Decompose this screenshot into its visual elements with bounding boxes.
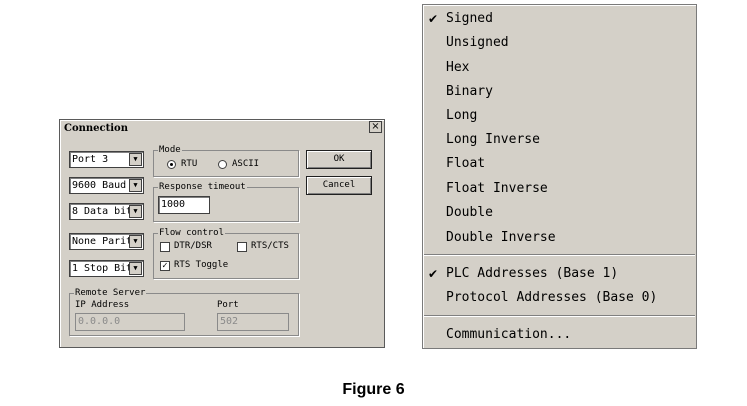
response-timeout-input[interactable]: 1000	[158, 196, 210, 214]
rts-cts-checkbox[interactable]	[237, 242, 247, 252]
data-bits-select[interactable]: 8 Data bits ▼	[69, 203, 144, 220]
rtu-radio[interactable]	[167, 160, 176, 169]
menu-item-binary[interactable]: Binary	[446, 84, 493, 100]
checkmark-icon: ✔	[428, 267, 439, 281]
menu-item-hex[interactable]: Hex	[446, 60, 469, 76]
dtr-dsr-label: DTR/DSR	[174, 241, 212, 251]
parity-select[interactable]: None Parity ▼	[69, 233, 144, 250]
cancel-button[interactable]: Cancel	[306, 176, 372, 195]
menu-separator	[424, 254, 695, 256]
rts-toggle-label: RTS Toggle	[174, 260, 229, 270]
stop-bits-select[interactable]: 1 Stop Bit ▼	[69, 260, 144, 277]
display-format-menu: ✔ Signed Unsigned Hex Binary Long Long I…	[422, 4, 697, 349]
port-label: Port	[217, 300, 239, 310]
connection-dialog: Connection × Port 3 ▼ 9600 Baud ▼ 8 Data…	[59, 119, 385, 348]
response-timeout-legend: Response timeout	[158, 181, 247, 193]
menu-item-protocol-addresses[interactable]: Protocol Addresses (Base 0)	[446, 290, 657, 306]
figure-caption: Figure 6	[342, 381, 405, 398]
dialog-title: Connection	[64, 123, 128, 134]
menu-item-plc-addresses[interactable]: PLC Addresses (Base 1)	[446, 266, 618, 282]
chevron-down-icon[interactable]: ▼	[129, 205, 142, 218]
close-icon[interactable]: ×	[369, 121, 382, 133]
ip-address-input[interactable]: 0.0.0.0	[75, 313, 185, 331]
ok-button[interactable]: OK	[306, 150, 372, 169]
mode-group: Mode RTU ASCII	[153, 144, 299, 177]
rts-cts-label: RTS/CTS	[251, 241, 289, 251]
flow-control-legend: Flow control	[158, 227, 226, 239]
menu-item-double-inverse[interactable]: Double Inverse	[446, 230, 556, 246]
chevron-down-icon[interactable]: ▼	[129, 179, 142, 192]
menu-item-float-inverse[interactable]: Float Inverse	[446, 181, 548, 197]
port-select[interactable]: Port 3 ▼	[69, 151, 144, 168]
menu-item-float[interactable]: Float	[446, 156, 485, 172]
menu-item-long-inverse[interactable]: Long Inverse	[446, 132, 540, 148]
baud-select-value: 9600 Baud	[72, 180, 127, 191]
ascii-radio[interactable]	[218, 160, 227, 169]
remote-server-legend: Remote Server	[74, 287, 147, 299]
rtu-label: RTU	[181, 159, 198, 169]
dtr-dsr-checkbox[interactable]	[160, 242, 170, 252]
menu-item-double[interactable]: Double	[446, 205, 493, 221]
rts-toggle-checkbox[interactable]: ✓	[160, 261, 170, 271]
ip-address-label: IP Address	[75, 300, 130, 310]
menu-separator	[424, 315, 695, 317]
chevron-down-icon[interactable]: ▼	[129, 153, 142, 166]
remote-server-group: Remote Server IP Address 0.0.0.0 Port 50…	[69, 287, 299, 336]
baud-select[interactable]: 9600 Baud ▼	[69, 177, 144, 194]
menu-item-unsigned[interactable]: Unsigned	[446, 35, 509, 51]
menu-item-communication[interactable]: Communication...	[446, 327, 571, 343]
flow-control-group: Flow control DTR/DSR RTS/CTS ✓ RTS Toggl…	[153, 227, 299, 279]
ascii-label: ASCII	[232, 159, 260, 169]
chevron-down-icon[interactable]: ▼	[129, 262, 142, 275]
chevron-down-icon[interactable]: ▼	[129, 235, 142, 248]
mode-legend: Mode	[158, 144, 182, 156]
checkmark-icon: ✔	[428, 12, 439, 26]
stop-bits-select-value: 1 Stop Bit	[72, 263, 133, 274]
response-timeout-group: Response timeout 1000	[153, 181, 299, 222]
menu-item-signed[interactable]: Signed	[446, 11, 493, 27]
menu-item-long[interactable]: Long	[446, 108, 477, 124]
port-input[interactable]: 502	[217, 313, 289, 331]
port-select-value: Port 3	[72, 154, 109, 165]
